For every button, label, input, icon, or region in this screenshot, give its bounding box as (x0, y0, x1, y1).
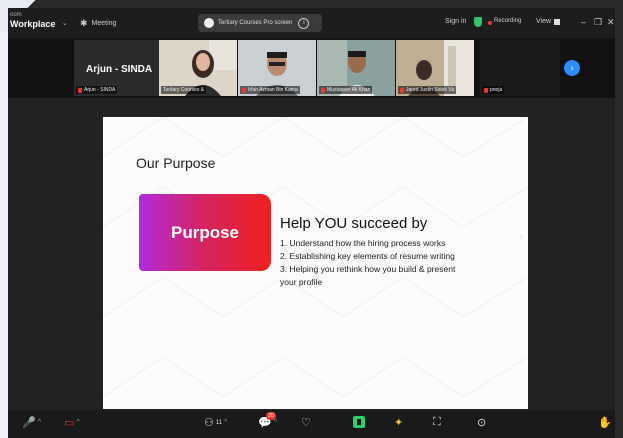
more-icon: ⊙ (477, 417, 487, 429)
app-name-line2: Workplace (10, 19, 56, 29)
apps-button[interactable]: ✦ (394, 416, 403, 429)
sign-in-link[interactable]: Sign in (445, 18, 466, 25)
security-shield-icon[interactable] (474, 17, 482, 27)
mic-muted-icon (484, 87, 488, 93)
participants-button[interactable]: ⚇ 11 ^ (204, 416, 227, 429)
minimize-icon[interactable]: – (581, 17, 586, 27)
recording-dot-icon (488, 21, 492, 25)
heart-icon: ♡ (301, 417, 311, 429)
meeting-icon: ✱ (80, 18, 88, 28)
participants-count: 11 (215, 419, 223, 426)
slide-list: 1. Understand how the hiring process wor… (280, 237, 520, 289)
title-bar: oom Workplace ⌄ ✱ Meeting Tertiary Cours… (8, 8, 615, 38)
mic-muted-icon (321, 87, 325, 93)
participant-tile-pooja[interactable]: pooja (480, 40, 560, 96)
meeting-menu[interactable]: ✱ Meeting (80, 18, 116, 29)
list-item: 1. Understand how the hiring process wor… (280, 238, 446, 248)
meeting-topic: Tertiary Courses Pro screen (218, 20, 293, 26)
participant-tile-tertiary[interactable]: Tertiary Courses & (159, 40, 237, 96)
whiteboard-button[interactable]: ⛶ (433, 416, 441, 429)
next-participants-arrow-icon[interactable]: › (564, 60, 580, 76)
participant-label: Irfan Azman Bin Kama (240, 86, 300, 94)
app-name: oom Workplace (10, 11, 55, 29)
participant-tile-arjun[interactable]: Arjun - SINDA Arjun - SINDA (74, 40, 162, 96)
caret-up-icon[interactable]: ^ (38, 419, 41, 426)
participant-label: pooja (482, 86, 505, 94)
view-button[interactable]: View (536, 18, 551, 25)
meeting-topic-pill[interactable]: Tertiary Courses Pro screen i (198, 14, 322, 32)
video-button[interactable]: ▭ ^ (64, 416, 80, 429)
share-screen-button[interactable] (353, 416, 365, 428)
purpose-label: Purpose (170, 222, 240, 242)
list-item: 2. Establishing key elements of resume w… (280, 251, 455, 261)
whiteboard-icon: ⛶ (433, 416, 441, 428)
slide-subtitle: Help YOU succeed by (280, 215, 428, 232)
reactions-button[interactable]: ♡ (301, 416, 311, 429)
sparkle-icon: ✦ (394, 417, 404, 429)
left-edge-artifact (0, 0, 8, 438)
participant-label: Jared Justin Sidek Va (398, 86, 456, 94)
meeting-label: Meeting (91, 20, 117, 27)
caret-up-icon[interactable]: ^ (224, 419, 227, 426)
end-meeting-button[interactable]: ✋ (598, 416, 612, 429)
participant-tile-irfan[interactable]: Irfan Azman Bin Kama (238, 40, 316, 96)
participants-icon: ⚇ (204, 417, 214, 429)
participant-tile-jared[interactable]: Jared Justin Sidek Va (396, 40, 474, 96)
participant-name-large: Arjun - SINDA (86, 64, 153, 75)
participant-tile-mustaqeer[interactable]: Mustaqeer Ali Khan (317, 40, 395, 96)
shared-slide: Our Purpose Purpose Help YOU succeed by … (103, 117, 528, 409)
participant-strip: Arjun - SINDA Arjun - SINDA Tertiary Cou… (8, 38, 615, 98)
maximize-icon[interactable]: ❐ (594, 17, 602, 28)
share-status-icon (204, 18, 214, 28)
mute-button[interactable]: 🎤 ^ (22, 416, 41, 429)
view-grid-icon[interactable] (554, 19, 560, 25)
list-item: 3. Helping you rethink how you build & p… (280, 264, 456, 274)
app-menu-chevron-icon[interactable]: ⌄ (62, 19, 68, 27)
mic-muted-icon (400, 87, 404, 93)
participant-label: Mustaqeer Ali Khan (319, 86, 373, 94)
chat-badge: 20 (266, 412, 276, 420)
slide-title: Our Purpose (136, 155, 216, 171)
participant-label: Arjun - SINDA (76, 86, 118, 94)
caret-up-icon[interactable]: ^ (274, 419, 277, 426)
hand-icon: ✋ (598, 417, 612, 429)
recording-indicator[interactable]: Recording (494, 18, 521, 24)
more-button[interactable]: ⊙ (477, 416, 486, 429)
share-arrow-icon (357, 419, 361, 425)
mic-off-icon: 🎤 (22, 417, 36, 429)
close-icon[interactable]: ✕ (607, 17, 615, 28)
video-off-icon: ▭ (64, 417, 75, 429)
caret-up-icon[interactable]: ^ (76, 419, 79, 426)
meeting-toolbar: 🎤 ^ ▭ ^ ⚇ 11 ^ 💬 ^ 20 ♡ ✦ ⛶ ⊙ ✋ (8, 410, 615, 438)
mic-muted-icon (78, 87, 82, 93)
slide-next-arrow-icon[interactable]: › (520, 231, 523, 241)
mic-muted-icon (242, 87, 246, 93)
purpose-banner: Purpose (139, 194, 271, 271)
list-item: your profile (280, 277, 323, 287)
participant-label: Tertiary Courses & (161, 86, 207, 94)
info-icon[interactable]: i (298, 17, 310, 29)
